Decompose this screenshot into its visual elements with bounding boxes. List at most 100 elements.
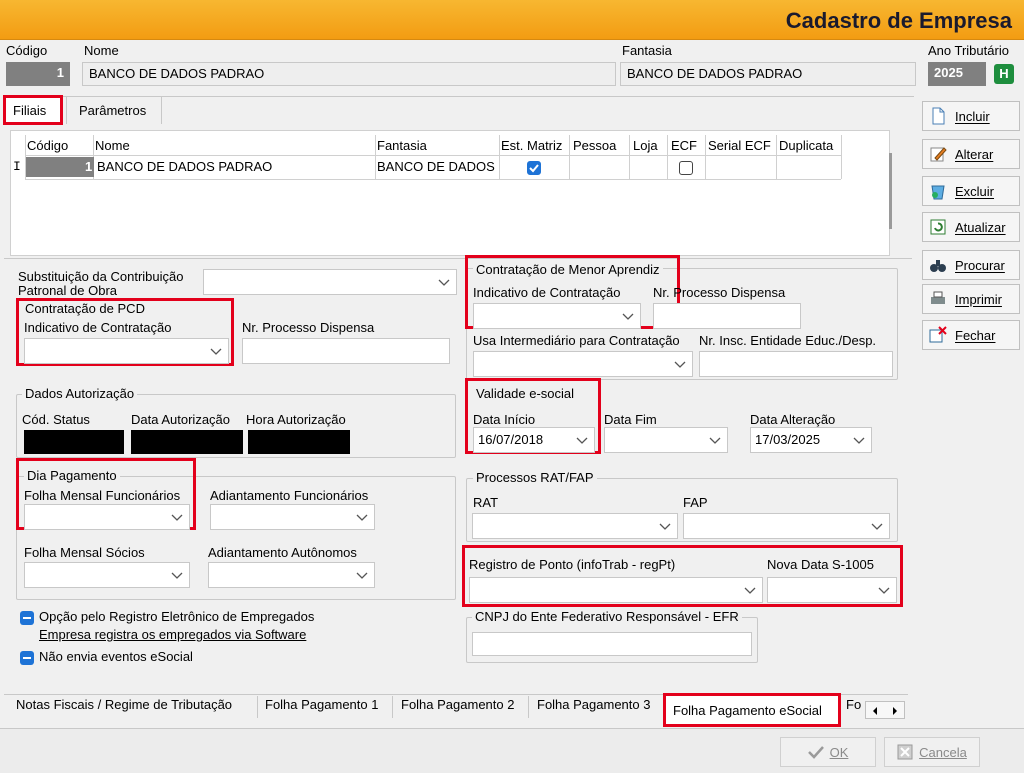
alterar-button[interactable]: Alterar <box>922 139 1020 169</box>
empresa-registra-link[interactable]: Empresa registra os empregados via Softw… <box>39 627 306 642</box>
efr-title: CNPJ do Ente Federativo Responsável - EF… <box>472 609 742 624</box>
menor-indicativo-dropdown[interactable] <box>473 303 641 329</box>
data-fim-picker[interactable] <box>604 427 728 453</box>
intermediario-dropdown[interactable] <box>473 351 693 377</box>
fechar-button[interactable]: Fechar <box>922 320 1020 350</box>
tab-fo-truncated[interactable]: Fo <box>846 697 861 712</box>
grid-scrollbar[interactable] <box>889 153 892 229</box>
printer-icon <box>931 291 945 304</box>
cell-nome[interactable]: BANCO DE DADOS PADRAO <box>97 159 272 174</box>
ano-field[interactable]: 2025 <box>928 62 986 86</box>
grid-divider <box>375 135 376 179</box>
data-inicio-picker[interactable]: 16/07/2018 <box>473 427 595 453</box>
est-matriz-checkbox[interactable] <box>527 161 541 175</box>
col-fantasia[interactable]: Fantasia <box>377 138 427 153</box>
registro-ponto-dropdown[interactable] <box>469 577 763 603</box>
cancela-label: Cancela <box>919 744 967 760</box>
grid-divider <box>705 135 706 179</box>
tab-folha-esocial[interactable]: Folha Pagamento eSocial <box>673 703 822 718</box>
nao-envia-label: Não envia eventos eSocial <box>39 649 193 664</box>
grid-divider <box>841 135 842 179</box>
grid-divider <box>667 135 668 179</box>
arrow-right-icon[interactable] <box>890 706 900 716</box>
nome-label: Nome <box>84 43 119 58</box>
form-top-line <box>4 258 912 259</box>
recycle-bin-icon <box>931 185 945 200</box>
tab-parametros[interactable]: Parâmetros <box>66 96 162 124</box>
registro-ponto-label: Registro de Ponto (infoTrab - regPt) <box>469 557 676 572</box>
col-pessoa[interactable]: Pessoa <box>573 138 616 153</box>
tab-folha-2[interactable]: Folha Pagamento 2 <box>401 697 514 712</box>
nome-field[interactable]: BANCO DE DADOS PADRAO <box>82 62 616 86</box>
ecf-checkbox[interactable] <box>679 161 693 175</box>
codigo-field[interactable]: 1 <box>6 62 70 86</box>
col-nome[interactable]: Nome <box>95 138 130 153</box>
pcd-processo-label: Nr. Processo Dispensa <box>242 320 375 335</box>
adiant-auto-dropdown[interactable] <box>208 562 375 588</box>
efr-cnpj-input[interactable] <box>472 632 752 656</box>
cod-status-label: Cód. Status <box>22 412 90 427</box>
pcd-indicativo-label: Indicativo de Contratação <box>24 320 172 335</box>
pencil-icon <box>930 147 947 162</box>
tab-separator <box>528 696 529 718</box>
filiais-grid[interactable]: Código Nome Fantasia Est. Matriz Pessoa … <box>10 130 892 256</box>
nao-envia-checkbox[interactable] <box>20 651 34 665</box>
tab-notas-fiscais[interactable]: Notas Fiscais / Regime de Tributação <box>16 697 232 712</box>
fap-label: FAP <box>683 495 708 510</box>
data-alteracao-picker[interactable]: 17/03/2025 <box>750 427 872 453</box>
cod-status-field[interactable] <box>24 430 124 454</box>
nova-data-label: Nova Data S-1005 <box>767 557 874 572</box>
adiant-func-dropdown[interactable] <box>210 504 375 530</box>
fap-dropdown[interactable] <box>683 513 890 539</box>
hora-autorizacao-label: Hora Autorização <box>246 412 346 427</box>
col-codigo[interactable]: Código <box>27 138 68 153</box>
pcd-indicativo-dropdown[interactable] <box>24 338 229 364</box>
fantasia-label: Fantasia <box>622 43 672 58</box>
col-duplicata[interactable]: Duplicata <box>779 138 833 153</box>
hora-autorizacao-field[interactable] <box>248 430 350 454</box>
tab-folha-3[interactable]: Folha Pagamento 3 <box>537 697 650 712</box>
chevron-down-icon <box>576 437 588 444</box>
data-alteracao-value: 17/03/2025 <box>755 432 821 447</box>
cancel-icon <box>897 744 913 760</box>
codigo-label: Código <box>6 43 48 58</box>
intermediario-label: Usa Intermediário para Contratação <box>473 333 680 348</box>
col-loja[interactable]: Loja <box>633 138 658 153</box>
ok-button[interactable]: OK <box>780 737 876 767</box>
col-est-matriz[interactable]: Est. Matriz <box>501 138 562 153</box>
pcd-processo-input[interactable] <box>242 338 450 364</box>
col-ecf[interactable]: ECF <box>671 138 697 153</box>
cancela-button[interactable]: Cancela <box>884 737 980 767</box>
rat-dropdown[interactable] <box>472 513 678 539</box>
chevron-down-icon <box>171 572 183 579</box>
opcao-registro-checkbox[interactable] <box>20 611 34 625</box>
chevron-down-icon <box>438 279 450 286</box>
col-serial-ecf[interactable]: Serial ECF <box>708 138 771 153</box>
atualizar-button[interactable]: Atualizar <box>922 212 1020 242</box>
menor-processo-input[interactable] <box>653 303 801 329</box>
folha-socios-dropdown[interactable] <box>24 562 190 588</box>
nova-data-dropdown[interactable] <box>767 577 897 603</box>
procurar-button[interactable]: Procurar <box>922 250 1020 280</box>
substituicao-dropdown[interactable] <box>203 269 457 295</box>
data-autorizacao-field[interactable] <box>131 430 243 454</box>
tab-scroll-buttons[interactable] <box>865 701 905 719</box>
tab-filiais[interactable]: Filiais <box>3 95 63 125</box>
chevron-down-icon <box>210 348 222 355</box>
menor-aprendiz-title: Contratação de Menor Aprendiz <box>473 262 663 277</box>
adiant-auto-label: Adiantamento Autônomos <box>208 545 357 560</box>
ano-h-badge[interactable]: H <box>994 64 1014 84</box>
table-row-code-cell[interactable] <box>26 157 94 177</box>
cell-fantasia[interactable]: BANCO DE DADOS PADRAO <box>377 159 497 174</box>
excluir-button[interactable]: Excluir <box>922 176 1020 206</box>
chevron-down-icon <box>871 523 883 530</box>
insc-entidade-input[interactable] <box>699 351 893 377</box>
cell-codigo[interactable]: 1 <box>85 159 92 174</box>
folha-func-dropdown[interactable] <box>24 504 190 530</box>
fantasia-field[interactable]: BANCO DE DADOS PADRAO <box>620 62 916 86</box>
imprimir-button[interactable]: Imprimir <box>922 284 1020 314</box>
tab-folha-1[interactable]: Folha Pagamento 1 <box>265 697 378 712</box>
incluir-button[interactable]: Incluir <box>922 101 1020 131</box>
imprimir-label: Imprimir <box>955 291 1002 307</box>
arrow-left-icon[interactable] <box>870 706 880 716</box>
